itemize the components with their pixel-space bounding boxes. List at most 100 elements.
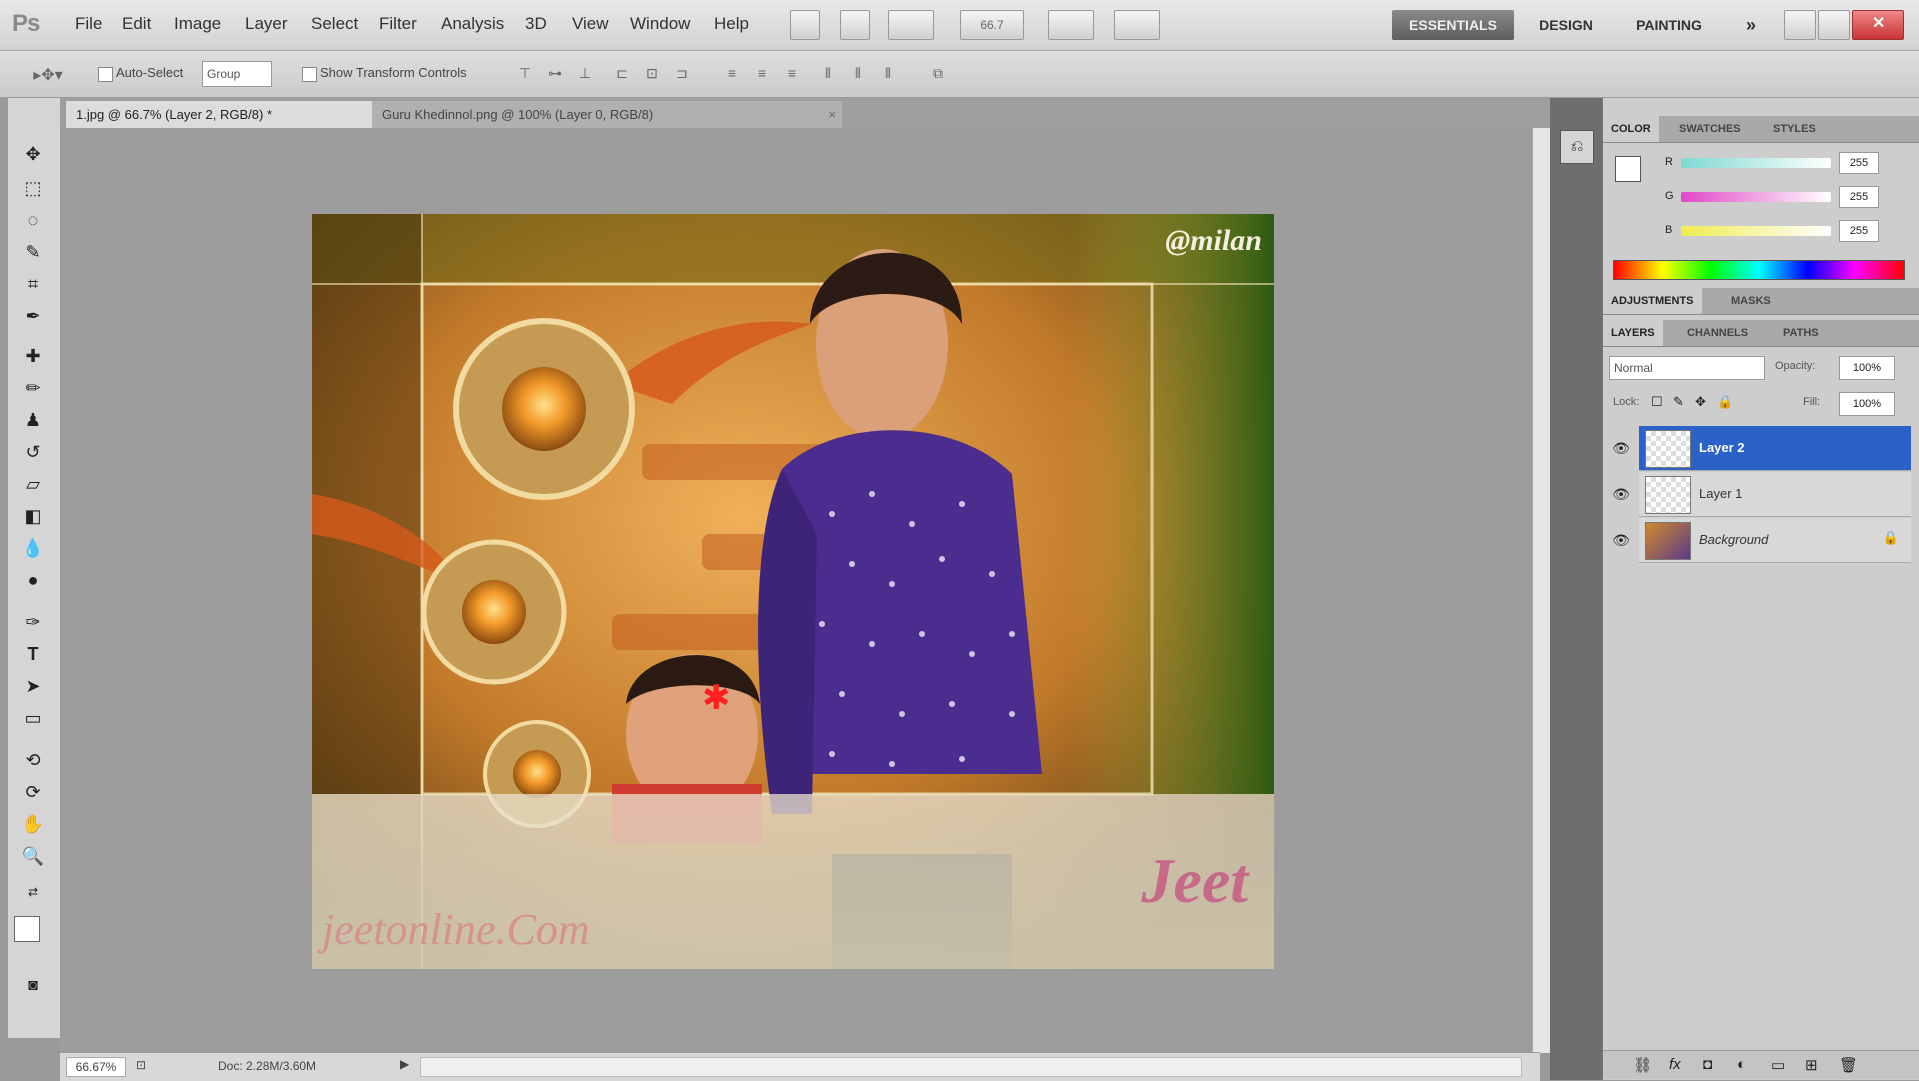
channel-g-slider[interactable] — [1681, 192, 1831, 202]
horizontal-scrollbar[interactable] — [420, 1057, 1522, 1077]
menu-3d[interactable]: 3D — [525, 14, 547, 34]
type-tool-icon[interactable]: T — [18, 640, 48, 668]
fill-field[interactable]: 100% — [1839, 392, 1895, 416]
brush-tool-icon[interactable]: ✏ — [18, 374, 48, 402]
distribute-left-icon[interactable]: ⫴ — [818, 65, 838, 83]
clone-stamp-tool-icon[interactable]: ♟ — [18, 406, 48, 434]
eyedropper-tool-icon[interactable]: ✒ — [18, 302, 48, 330]
zoom-level-field[interactable]: 66.7 — [960, 10, 1024, 40]
hand-tool-icon[interactable]: ✋ — [18, 810, 48, 838]
history-brush-tool-icon[interactable]: ↺ — [18, 438, 48, 466]
tab-document-2[interactable]: Guru Khedinnol.png @ 100% (Layer 0, RGB/… — [372, 101, 842, 128]
menu-filter[interactable]: Filter — [379, 14, 417, 34]
channel-r-value[interactable]: 255 — [1839, 152, 1879, 174]
workspace-essentials[interactable]: ESSENTIALS — [1392, 10, 1514, 40]
layer-row-layer-1[interactable]: Layer 1 — [1639, 472, 1911, 517]
layer-visibility-icon[interactable]: 👁 — [1611, 518, 1631, 562]
adjustment-layer-icon[interactable]: ◐ — [1737, 1056, 1746, 1073]
workspace-painting[interactable]: PAINTING — [1620, 10, 1718, 40]
tab-adjustments[interactable]: ADJUSTMENTS — [1603, 288, 1702, 314]
menu-image[interactable]: Image — [174, 14, 221, 34]
auto-select-dropdown[interactable]: Group — [202, 61, 272, 87]
lock-transparency-icon[interactable]: ☐ — [1651, 394, 1663, 410]
layer-row-background[interactable]: Background 🔒 — [1639, 518, 1911, 563]
distribute-right-icon[interactable]: ⫴ — [878, 65, 898, 83]
tab-layers[interactable]: LAYERS — [1603, 320, 1663, 346]
zoom-tool-icon[interactable]: 🔍 — [18, 842, 48, 870]
channel-g-value[interactable]: 255 — [1839, 186, 1879, 208]
menu-edit[interactable]: Edit — [122, 14, 151, 34]
channel-b-value[interactable]: 255 — [1839, 220, 1879, 242]
new-group-icon[interactable]: ▭ — [1771, 1056, 1785, 1074]
menu-select[interactable]: Select — [311, 14, 358, 34]
vertical-scrollbar[interactable] — [1532, 128, 1551, 1053]
menu-help[interactable]: Help — [714, 14, 749, 34]
move-tool-icon[interactable]: ✥ — [18, 140, 48, 168]
swap-colors-icon[interactable]: ⇄ — [18, 878, 48, 906]
link-layers-icon[interactable]: ⛓ — [1633, 1056, 1652, 1074]
dodge-tool-icon[interactable]: ● — [18, 566, 48, 594]
status-menu-arrow-icon[interactable]: ▶ — [400, 1057, 409, 1071]
align-left-icon[interactable]: ⊏ — [612, 65, 632, 83]
lock-all-icon[interactable]: 🔒 — [1717, 394, 1733, 410]
lock-pixels-icon[interactable]: ✎ — [1673, 394, 1684, 410]
align-bottom-icon[interactable]: ⊥ — [575, 65, 595, 83]
menu-window[interactable]: Window — [630, 14, 690, 34]
menu-layer[interactable]: Layer — [245, 14, 288, 34]
document-canvas[interactable]: ✱ @milan Jeet jeetonline.Com — [312, 214, 1274, 969]
blur-tool-icon[interactable]: 💧 — [18, 534, 48, 562]
opacity-field[interactable]: 100% — [1839, 356, 1895, 380]
delete-layer-icon[interactable]: 🗑 — [1839, 1056, 1858, 1074]
3d-orbit-tool-icon[interactable]: ⟳ — [18, 778, 48, 806]
gradient-tool-icon[interactable]: ◧ — [18, 502, 48, 530]
restore-button[interactable] — [1818, 10, 1850, 40]
tab-document-1[interactable]: 1.jpg @ 66.7% (Layer 2, RGB/8) * × — [66, 101, 386, 128]
history-panel-icon[interactable]: ⎌ — [1560, 130, 1594, 164]
launch-bridge-button[interactable] — [790, 10, 820, 40]
3d-rotate-tool-icon[interactable]: ⟲ — [18, 746, 48, 774]
close-tab-icon[interactable]: × — [828, 101, 836, 128]
align-top-icon[interactable]: ⊤ — [515, 65, 535, 83]
tab-masks[interactable]: MASKS — [1723, 288, 1779, 314]
color-panel-foreground-swatch[interactable] — [1615, 156, 1641, 182]
align-hcenter-icon[interactable]: ⊡ — [642, 65, 662, 83]
distribute-hcenter-icon[interactable]: ⫴ — [848, 65, 868, 83]
distribute-top-icon[interactable]: ≡ — [722, 65, 742, 83]
layer-visibility-icon[interactable]: 👁 — [1611, 426, 1631, 470]
layer-row-layer-2[interactable]: Layer 2 — [1639, 426, 1911, 471]
lasso-tool-icon[interactable]: ◌ — [18, 206, 48, 234]
eraser-tool-icon[interactable]: ▱ — [18, 470, 48, 498]
foreground-color-swatch[interactable] — [14, 916, 40, 942]
menu-analysis[interactable]: Analysis — [441, 14, 504, 34]
healing-brush-tool-icon[interactable]: ✚ — [18, 342, 48, 370]
layer-visibility-icon[interactable]: 👁 — [1611, 472, 1631, 516]
screen-mode-button[interactable] — [1114, 10, 1160, 40]
show-transform-checkbox[interactable] — [302, 67, 317, 82]
new-layer-icon[interactable]: ⊞ — [1805, 1056, 1818, 1074]
quick-mask-icon[interactable]: ◙ — [18, 972, 48, 1000]
distribute-bottom-icon[interactable]: ≡ — [782, 65, 802, 83]
auto-align-icon[interactable]: ⧉ — [928, 65, 948, 83]
launch-minibridge-button[interactable] — [840, 10, 870, 40]
tab-styles[interactable]: STYLES — [1765, 116, 1824, 142]
tab-channels[interactable]: CHANNELS — [1679, 320, 1756, 346]
close-window-button[interactable]: ✕ — [1852, 10, 1904, 40]
pen-tool-icon[interactable]: ✑ — [18, 608, 48, 636]
tab-color[interactable]: COLOR — [1603, 116, 1659, 142]
channel-b-slider[interactable] — [1681, 226, 1831, 236]
path-selection-tool-icon[interactable]: ➤ — [18, 672, 48, 700]
minimize-button[interactable] — [1784, 10, 1816, 40]
marquee-tool-icon[interactable]: ⬚ — [18, 174, 48, 202]
align-vcenter-icon[interactable]: ⊶ — [545, 65, 565, 83]
tab-swatches[interactable]: SWATCHES — [1671, 116, 1749, 142]
color-spectrum-bar[interactable] — [1613, 260, 1905, 280]
status-info-icon[interactable]: ⊡ — [136, 1058, 146, 1072]
auto-select-checkbox[interactable] — [98, 67, 113, 82]
blend-mode-dropdown[interactable]: Normal — [1609, 356, 1765, 380]
channel-r-slider[interactable] — [1681, 158, 1831, 168]
distribute-vcenter-icon[interactable]: ≡ — [752, 65, 772, 83]
shape-tool-icon[interactable]: ▭ — [18, 704, 48, 732]
arrange-documents-button[interactable] — [1048, 10, 1094, 40]
lock-position-icon[interactable]: ✥ — [1695, 394, 1706, 410]
layer-style-icon[interactable]: fx — [1669, 1056, 1681, 1073]
